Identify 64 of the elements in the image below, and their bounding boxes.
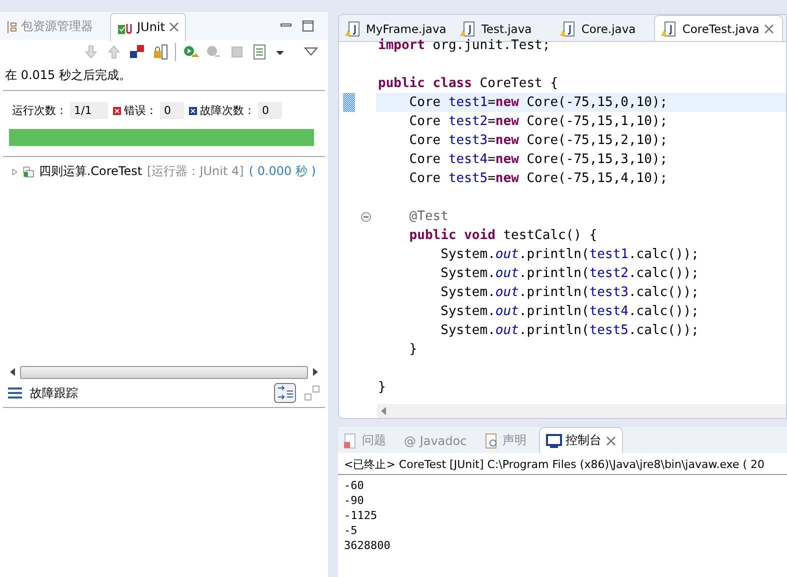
collapsed-icon[interactable]	[12, 166, 18, 176]
view-menu-icon[interactable]	[304, 47, 318, 57]
rerun-icon[interactable]	[183, 44, 199, 60]
counter-value: 0	[258, 102, 282, 119]
code-line: }	[378, 380, 386, 395]
test-suite-icon	[22, 164, 34, 180]
console-output-line: 3628800	[344, 538, 392, 553]
horizontal-scrollbar[interactable]	[377, 404, 786, 418]
code-line: System.out.println(test2.calc());	[440, 266, 699, 281]
console-output-line: -60	[344, 478, 365, 493]
counter-value: 0	[160, 102, 184, 119]
package-icon	[7, 20, 17, 34]
editor-tab[interactable]: CoreTest.java	[654, 15, 784, 41]
code-line: import org.junit.Test;	[378, 38, 550, 53]
error-icon	[113, 106, 121, 114]
java-file-icon	[460, 20, 476, 36]
filter-trace-icon[interactable]	[274, 383, 296, 403]
code-line: System.out.println(test3.calc());	[440, 285, 699, 300]
console-header: <已终止> CoreTest [JUnit] C:\Program Files (x86)\Java\jre8\bin\javaw.exe ( 20	[338, 453, 787, 475]
counter-label: 故障次数：	[200, 103, 255, 118]
maximize-icon[interactable]	[302, 20, 314, 32]
collapse-icon[interactable]	[360, 212, 370, 222]
code-line: System.out.println(test5.calc());	[440, 323, 699, 338]
code-line: Core test4=new Core(-75,15,3,10);	[408, 152, 668, 167]
code-line: }	[408, 342, 418, 357]
console-tab[interactable]: 控制台	[538, 427, 623, 453]
counter-label: 错误：	[124, 103, 157, 118]
code-line: Core test3=new Core(-75,15,2,10);	[408, 133, 668, 148]
code-line: System.out.println(test1.calc());	[440, 247, 699, 262]
console-output-line: -1125	[344, 508, 378, 523]
scroll-right-icon[interactable]	[312, 368, 318, 376]
code-line: public class CoreTest {	[378, 76, 558, 91]
history-icon[interactable]	[252, 44, 268, 60]
counter-value: 1/1	[70, 102, 108, 119]
status-text: 在 0.015 秒之后完成。	[4, 67, 132, 84]
view-tab[interactable]: JUnit	[110, 12, 186, 40]
problems-icon	[344, 432, 358, 448]
java-file-icon	[345, 20, 361, 36]
trace-title: 故障跟踪	[30, 384, 78, 402]
code-line: public void testCalc() {	[408, 228, 598, 243]
console-output-line: -5	[344, 523, 358, 538]
code-line: Core test1=new Core(-75,15,0,10);	[408, 95, 668, 110]
close-icon[interactable]	[606, 436, 616, 446]
compare-icon[interactable]	[304, 385, 320, 401]
java-file-icon	[560, 20, 576, 36]
close-icon[interactable]	[764, 24, 774, 34]
counter-label: 运行次数：	[12, 103, 67, 118]
close-icon[interactable]	[168, 22, 179, 32]
editor-tab[interactable]: Core.java	[554, 16, 654, 41]
scroll-left-icon[interactable]	[10, 368, 16, 376]
code-line: Core test5=new Core(-75,15,4,10);	[408, 171, 668, 186]
scrollbar-thumb[interactable]	[20, 366, 308, 378]
declaration-icon	[484, 432, 499, 448]
code-line: Core test2=new Core(-75,15,1,10);	[408, 114, 668, 129]
stack-trace-icon	[8, 387, 22, 399]
code-line: System.out.println(test4.calc());	[440, 304, 699, 319]
lock-icon[interactable]	[152, 44, 168, 60]
tree-item[interactable]: 四则运算.CoreTest [运行器：JUnit 4] ( 0.000 秒 )	[12, 163, 316, 180]
failures-filter-icon[interactable]	[129, 44, 145, 60]
code-line: @Test	[408, 209, 448, 224]
console-output-line: -90	[344, 493, 365, 508]
failure-icon	[189, 106, 197, 114]
java-file-icon	[661, 20, 678, 36]
console-icon	[546, 434, 562, 448]
